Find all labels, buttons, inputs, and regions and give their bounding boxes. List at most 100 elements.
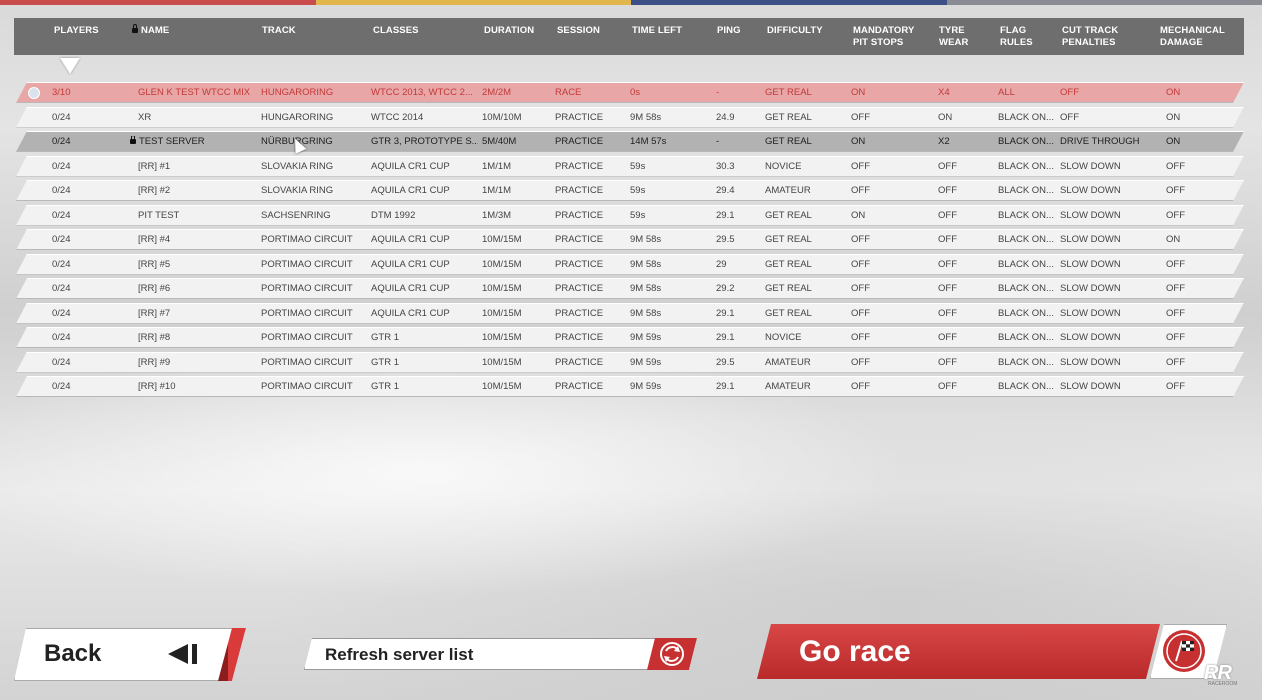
cell-players: 0/24: [52, 332, 71, 343]
cell-ping: 29.1: [716, 307, 735, 319]
server-row[interactable]: 0/24 [RR] #7 PORTIMAO CIRCUIT AQUILA CR1 CU…: [16, 303, 1244, 324]
column-header-cut-track[interactable]: CUT TRACK PENALTIES: [1062, 25, 1118, 49]
cell-difficulty: NOVICE: [765, 160, 802, 172]
cell-pit-stops: OFF: [851, 356, 870, 368]
column-header-time-left[interactable]: TIME LEFT: [632, 25, 682, 37]
go-race-button[interactable]: Go race: [757, 624, 1160, 679]
cell-time-left: 9M 58s: [630, 234, 662, 245]
cell-duration: 10M/10M: [482, 111, 522, 123]
cell-ping: 29.4: [716, 185, 735, 196]
column-header-tyre-wear[interactable]: TYRE WEAR: [939, 25, 968, 49]
server-row[interactable]: 0/24 PIT TEST SACHSENRING DTM 1992 1M/3M PRAC…: [16, 205, 1244, 226]
cell-tyre-wear: OFF: [938, 160, 957, 172]
cell-classes: GTR 1: [371, 381, 399, 392]
cell-pit-stops: OFF: [851, 381, 870, 392]
server-row[interactable]: 0/24 [RR] #4 PORTIMAO CIRCUIT AQUILA CR1 CU…: [16, 229, 1244, 250]
cell-tyre-wear: OFF: [938, 283, 957, 294]
cell-damage: ON: [1166, 87, 1181, 98]
sort-descending-icon[interactable]: [60, 58, 80, 74]
cell-session: PRACTICE: [555, 356, 604, 368]
column-header-players[interactable]: PLAYERS: [54, 25, 99, 37]
cell-classes: AQUILA CR1 CUP: [371, 185, 450, 196]
lock-icon: [130, 139, 136, 144]
cell-pit-stops: OFF: [851, 307, 870, 319]
cell-ping: -: [716, 136, 720, 147]
column-header-difficulty[interactable]: DIFFICULTY: [767, 25, 823, 37]
column-header-pit-stops[interactable]: MANDATORY PIT STOPS: [853, 25, 914, 49]
cell-track: PORTIMAO CIRCUIT: [261, 307, 353, 319]
raceroom-logo: RR RACEROOM: [1204, 662, 1254, 690]
server-row[interactable]: 0/24 [RR] #8 PORTIMAO CIRCUIT GTR 1 10M/15M P…: [16, 327, 1244, 348]
cell-flag-rules: BLACK ON...: [998, 381, 1054, 392]
column-header-track[interactable]: TRACK: [262, 25, 296, 37]
cell-cut-track: OFF: [1060, 87, 1079, 98]
stripe-segment: [631, 0, 947, 5]
cell-difficulty: GET REAL: [765, 307, 812, 319]
cell-cut-track: SLOW DOWN: [1060, 283, 1121, 294]
cell-ping: 29.1: [716, 209, 735, 221]
cell-name: [RR] #1: [138, 160, 171, 172]
cell-track: HUNGARORING: [261, 87, 334, 98]
server-row[interactable]: 0/24 [RR] #6 PORTIMAO CIRCUIT AQUILA CR1 CU…: [16, 278, 1244, 299]
cell-ping: 29.5: [716, 234, 735, 245]
cell-damage: OFF: [1166, 185, 1185, 196]
cell-ping: 29.2: [716, 283, 735, 294]
cell-time-left: 59s: [630, 209, 646, 221]
cell-time-left: 9M 58s: [630, 283, 662, 294]
column-header-duration[interactable]: DURATION: [484, 25, 534, 37]
column-header-flag-rules[interactable]: FLAG RULES: [1000, 25, 1033, 49]
server-row[interactable]: 0/24 [RR] #10 PORTIMAO CIRCUIT GTR 1 10M/15M…: [16, 376, 1244, 397]
column-header-damage[interactable]: MECHANICAL DAMAGE: [1160, 25, 1225, 49]
server-row[interactable]: 0/24 [RR] #1 SLOVAKIA RING AQUILA CR1 CUP 1M…: [16, 156, 1244, 177]
cell-pit-stops: OFF: [851, 234, 870, 245]
cell-duration: 2M/2M: [482, 87, 512, 98]
cell-damage: OFF: [1166, 307, 1185, 319]
cell-difficulty: GET REAL: [765, 234, 812, 245]
column-header-ping[interactable]: PING: [717, 25, 741, 37]
cell-ping: 24.9: [716, 111, 735, 123]
cell-duration: 10M/15M: [482, 332, 522, 343]
cell-cut-track: SLOW DOWN: [1060, 332, 1121, 343]
cell-players: 0/24: [52, 209, 71, 221]
cell-name: [RR] #7: [138, 307, 171, 319]
cell-players: 0/24: [52, 307, 71, 319]
refresh-server-list-button[interactable]: Refresh server list: [304, 638, 697, 670]
cell-time-left: 9M 58s: [630, 258, 662, 270]
cell-session: PRACTICE: [555, 160, 604, 172]
cell-tyre-wear: X2: [938, 136, 950, 147]
server-row[interactable]: 0/24 [RR] #9 PORTIMAO CIRCUIT GTR 1 10M/15M P…: [16, 352, 1244, 373]
cell-ping: 30.3: [716, 160, 735, 172]
cell-session: PRACTICE: [555, 111, 604, 123]
cell-ping: -: [716, 87, 720, 98]
column-header-session[interactable]: SESSION: [557, 25, 600, 37]
server-row[interactable]: 0/24 [RR] #5 PORTIMAO CIRCUIT AQUILA CR1 CU…: [16, 254, 1244, 275]
cell-classes: GTR 1: [371, 356, 399, 368]
column-header-name[interactable]: NAME: [132, 23, 169, 37]
cell-track: PORTIMAO CIRCUIT: [261, 381, 353, 392]
cell-session: PRACTICE: [555, 258, 604, 270]
cell-pit-stops: OFF: [851, 283, 870, 294]
cell-session: PRACTICE: [555, 307, 604, 319]
server-row[interactable]: 0/24 [RR] #2 SLOVAKIA RING AQUILA CR1 CUP 1M…: [16, 180, 1244, 201]
cell-name: PIT TEST: [138, 209, 180, 221]
back-button[interactable]: Back: [14, 628, 246, 681]
cell-track: SLOVAKIA RING: [261, 160, 334, 172]
cell-duration: 10M/15M: [482, 381, 522, 392]
server-row[interactable]: 0/24 XR HUNGARORING WTCC 2014 10M/10M PRACTIC…: [16, 107, 1244, 128]
cell-classes: AQUILA CR1 CUP: [371, 307, 450, 319]
refresh-icon: [647, 638, 697, 670]
checkered-flag-icon: [1163, 630, 1205, 672]
cell-track: PORTIMAO CIRCUIT: [261, 332, 353, 343]
server-row[interactable]: 3/10 GLEN K TEST WTCC MIX HUNGARORING WTCC …: [16, 82, 1244, 103]
cell-flag-rules: BLACK ON...: [998, 234, 1054, 245]
cell-track: PORTIMAO CIRCUIT: [261, 356, 353, 368]
cell-difficulty: AMATEUR: [765, 356, 811, 368]
column-header-classes[interactable]: CLASSES: [373, 25, 419, 37]
cell-cut-track: SLOW DOWN: [1060, 234, 1121, 245]
cell-duration: 1M/3M: [482, 209, 512, 221]
cell-session: PRACTICE: [555, 209, 604, 221]
cell-damage: OFF: [1166, 209, 1185, 221]
server-row[interactable]: 0/24 TEST SERVER NÜRBURGRING GTR 3, PROTOTY…: [16, 131, 1244, 152]
cell-pit-stops: OFF: [851, 160, 870, 172]
cell-name: [RR] #9: [138, 356, 171, 368]
